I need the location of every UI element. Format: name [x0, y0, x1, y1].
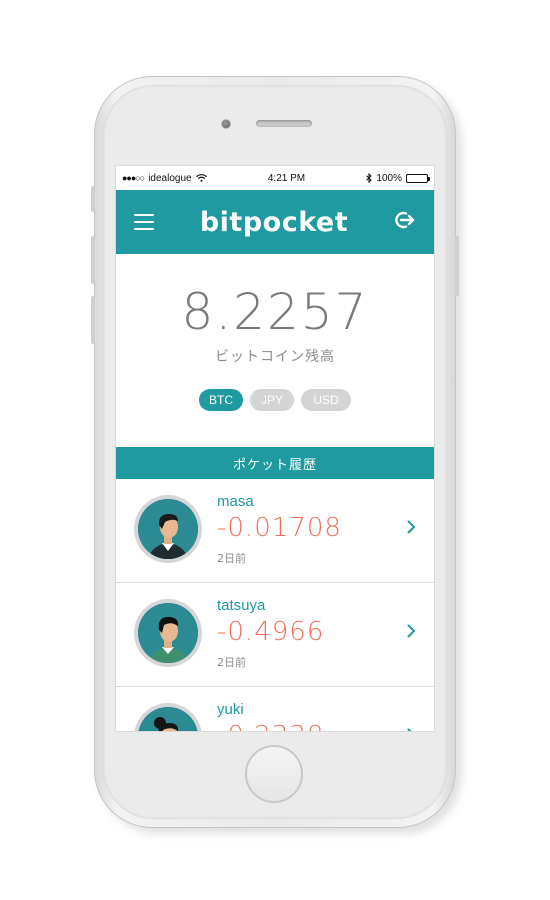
history-item[interactable]: masa -0.01708 2日前 — [116, 479, 434, 583]
status-bar: ●●●○○ idealogue 4:21 PM 100% — [116, 166, 434, 190]
chevron-right-icon[interactable] — [407, 519, 416, 538]
app-navbar: bitpocket — [116, 190, 434, 254]
history-item-time: 2日前 — [217, 552, 246, 565]
status-time: 4:21 PM — [267, 172, 306, 184]
app-title: bitpocket — [199, 206, 349, 238]
volume-down-button — [91, 296, 95, 344]
power-button — [455, 236, 459, 296]
logout-icon[interactable] — [394, 210, 416, 234]
history-item-name: tatsuya — [217, 597, 266, 614]
avatar — [134, 599, 202, 667]
history-item-name: masa — [217, 493, 254, 510]
carrier-name: idealogue — [148, 172, 192, 184]
chevron-right-icon[interactable] — [407, 623, 416, 642]
history-list: masa -0.01708 2日前 tatsuya -0.4966 2日前 yu… — [116, 479, 434, 731]
history-item[interactable]: tatsuya -0.4966 2日前 — [116, 583, 434, 687]
history-item-time: 2日前 — [217, 656, 246, 669]
history-item-amount: -0.01708 — [217, 513, 342, 543]
signal-dots-icon: ●●●○○ — [122, 173, 145, 183]
history-item-name: yuki — [217, 701, 244, 718]
volume-up-button — [91, 236, 95, 284]
balance-section: 8.2257 ビットコイン残高 BTC JPY USD — [116, 254, 434, 447]
home-button[interactable] — [245, 745, 303, 803]
status-bar-right: 100% — [366, 172, 430, 184]
app-screen: ●●●○○ idealogue 4:21 PM 100% bitpocket 8… — [115, 165, 435, 732]
status-bar-left: ●●●○○ idealogue — [122, 173, 207, 184]
currency-jpy-button[interactable]: JPY — [250, 389, 294, 411]
avatar-person-icon — [138, 603, 198, 663]
history-item-amount: -0.2338 — [217, 721, 324, 731]
currency-usd-button[interactable]: USD — [301, 389, 351, 411]
history-header: ポケット履歴 — [116, 447, 434, 479]
hamburger-menu-icon[interactable] — [134, 214, 154, 230]
avatar-person-icon — [138, 707, 198, 731]
balance-value: 8.2257 — [181, 283, 369, 341]
battery-icon — [405, 173, 430, 183]
balance-label: ビットコイン残高 — [215, 349, 335, 365]
bluetooth-icon — [366, 173, 373, 183]
currency-btc-button[interactable]: BTC — [199, 389, 243, 411]
battery-percent: 100% — [376, 172, 402, 184]
avatar — [134, 703, 202, 731]
history-item-amount: -0.4966 — [217, 617, 325, 647]
earpiece-speaker — [256, 120, 312, 127]
currency-toggle: BTC JPY USD — [116, 389, 434, 411]
avatar-person-icon — [138, 499, 198, 559]
history-item[interactable]: yuki -0.2338 — [116, 687, 434, 731]
avatar — [134, 495, 202, 563]
mute-switch — [91, 186, 95, 212]
wifi-icon — [195, 174, 207, 182]
front-camera — [221, 119, 231, 129]
chevron-right-icon[interactable] — [407, 727, 416, 731]
